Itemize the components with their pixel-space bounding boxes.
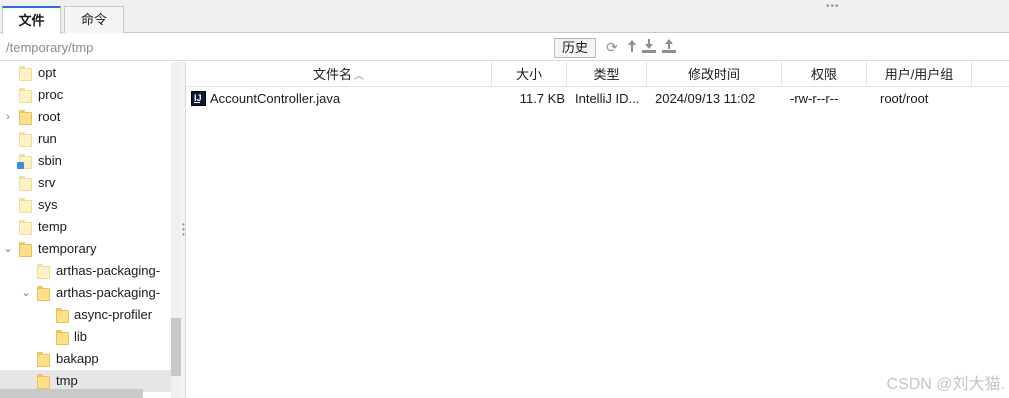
tree-item-label: arthas-packaging- — [56, 285, 161, 300]
tree-item-label: root — [38, 109, 61, 124]
tree-item-label: arthas-packaging- — [56, 263, 161, 278]
drag-handle-icon[interactable]: ••• — [826, 1, 840, 12]
tree-item-label: opt — [38, 65, 57, 80]
tab-files[interactable]: 文件 — [2, 6, 61, 34]
folder-icon — [19, 220, 32, 235]
cell-type: IntelliJ ID... — [575, 91, 640, 106]
sort-ascending-icon: ︿ — [354, 71, 364, 82]
column-header-modified[interactable]: 修改时间 — [647, 62, 782, 87]
directory-tree: opt proc › root run sbin srv sys temp ⌄ … — [0, 62, 172, 398]
watermark: CSDN @刘大猫. — [886, 376, 1005, 393]
tree-item-label: sbin — [38, 153, 62, 168]
download-icon[interactable] — [641, 39, 657, 55]
tree-item-lib[interactable]: lib — [0, 326, 172, 348]
tree-item-label: run — [38, 131, 57, 146]
tree-item-sbin[interactable]: sbin — [0, 150, 172, 172]
tree-item-bakapp[interactable]: bakapp — [0, 348, 172, 370]
tree-item-label: proc — [38, 87, 64, 102]
intellij-file-icon: IJ — [191, 91, 206, 106]
tree-item-sys[interactable]: sys — [0, 194, 172, 216]
tree-item-proc[interactable]: proc — [0, 84, 172, 106]
folder-icon — [37, 374, 50, 389]
tree-item-label: lib — [74, 329, 88, 344]
tree-item-arthas-packaging-1[interactable]: arthas-packaging- — [0, 260, 172, 282]
folder-icon — [56, 308, 69, 323]
folder-icon — [37, 352, 50, 367]
folder-icon — [19, 110, 32, 125]
folder-link-icon — [17, 154, 32, 169]
chevron-right-icon[interactable]: › — [3, 106, 13, 128]
path-bar: /temporary/tmp 历史 ⟳ — [0, 34, 1009, 61]
folder-icon — [19, 132, 32, 147]
column-header-label: 文件名 — [312, 67, 352, 82]
upload-icon[interactable] — [661, 39, 677, 55]
tree-item-label: sys — [38, 197, 58, 212]
table-header: 文件名 ︿ 大小 类型 修改时间 权限 用户/用户组 — [186, 62, 1009, 87]
chevron-down-icon[interactable]: ⌄ — [21, 282, 31, 304]
cell-permissions: -rw-r--r-- — [790, 91, 839, 106]
folder-icon — [19, 198, 32, 213]
tree-item-temp[interactable]: temp — [0, 216, 172, 238]
refresh-icon[interactable]: ⟳ — [604, 39, 620, 55]
cell-owner: root/root — [880, 91, 929, 106]
tree-item-arthas-packaging-2[interactable]: ⌄ arthas-packaging- — [0, 282, 172, 304]
tree-item-label: temporary — [38, 241, 97, 256]
tree-item-srv[interactable]: srv — [0, 172, 172, 194]
table-row[interactable]: IJ AccountController.java 11.7 KB Intell… — [186, 88, 1009, 110]
cell-name: AccountController.java — [210, 91, 341, 106]
column-header-size[interactable]: 大小 — [492, 62, 567, 87]
folder-icon — [19, 66, 32, 81]
chevron-down-icon[interactable]: ⌄ — [3, 238, 13, 260]
cell-size: 11.7 KB — [519, 91, 565, 106]
tree-item-opt[interactable]: opt — [0, 62, 172, 84]
tree-item-label: srv — [38, 175, 56, 190]
tree-item-temporary[interactable]: ⌄ temporary — [0, 238, 172, 260]
column-header-name[interactable]: 文件名 ︿ — [186, 62, 492, 87]
column-header-permissions[interactable]: 权限 — [782, 62, 867, 87]
cell-modified: 2024/09/13 11:02 — [655, 91, 756, 106]
history-button[interactable]: 历史 — [554, 38, 596, 58]
go-up-icon[interactable] — [624, 39, 640, 55]
path-field[interactable]: /temporary/tmp — [6, 40, 93, 55]
folder-icon — [56, 330, 69, 345]
tree-item-label: bakapp — [56, 351, 99, 366]
tree-scrollbar-thumb[interactable] — [171, 318, 181, 376]
tree-item-label: temp — [38, 219, 67, 234]
folder-icon — [19, 242, 32, 257]
column-header-owner[interactable]: 用户/用户组 — [867, 62, 972, 87]
folder-icon — [37, 264, 50, 279]
tree-horizontal-scrollbar[interactable] — [0, 389, 143, 398]
folder-icon — [19, 176, 32, 191]
folder-icon — [37, 286, 50, 301]
file-table: 文件名 ︿ 大小 类型 修改时间 权限 用户/用户组 IJ AccountCont… — [186, 62, 1009, 398]
folder-icon — [19, 88, 32, 103]
tree-item-label: async-profiler — [74, 307, 153, 322]
tab-commands[interactable]: 命令 — [64, 6, 124, 33]
tree-item-run[interactable]: run — [0, 128, 172, 150]
tree-item-async-profiler[interactable]: async-profiler — [0, 304, 172, 326]
splitter-grip-icon[interactable]: • • • — [182, 221, 185, 239]
tree-item-root[interactable]: › root — [0, 106, 172, 128]
column-header-type[interactable]: 类型 — [567, 62, 647, 87]
tab-bar: 文件 命令 ••• — [0, 0, 1009, 34]
